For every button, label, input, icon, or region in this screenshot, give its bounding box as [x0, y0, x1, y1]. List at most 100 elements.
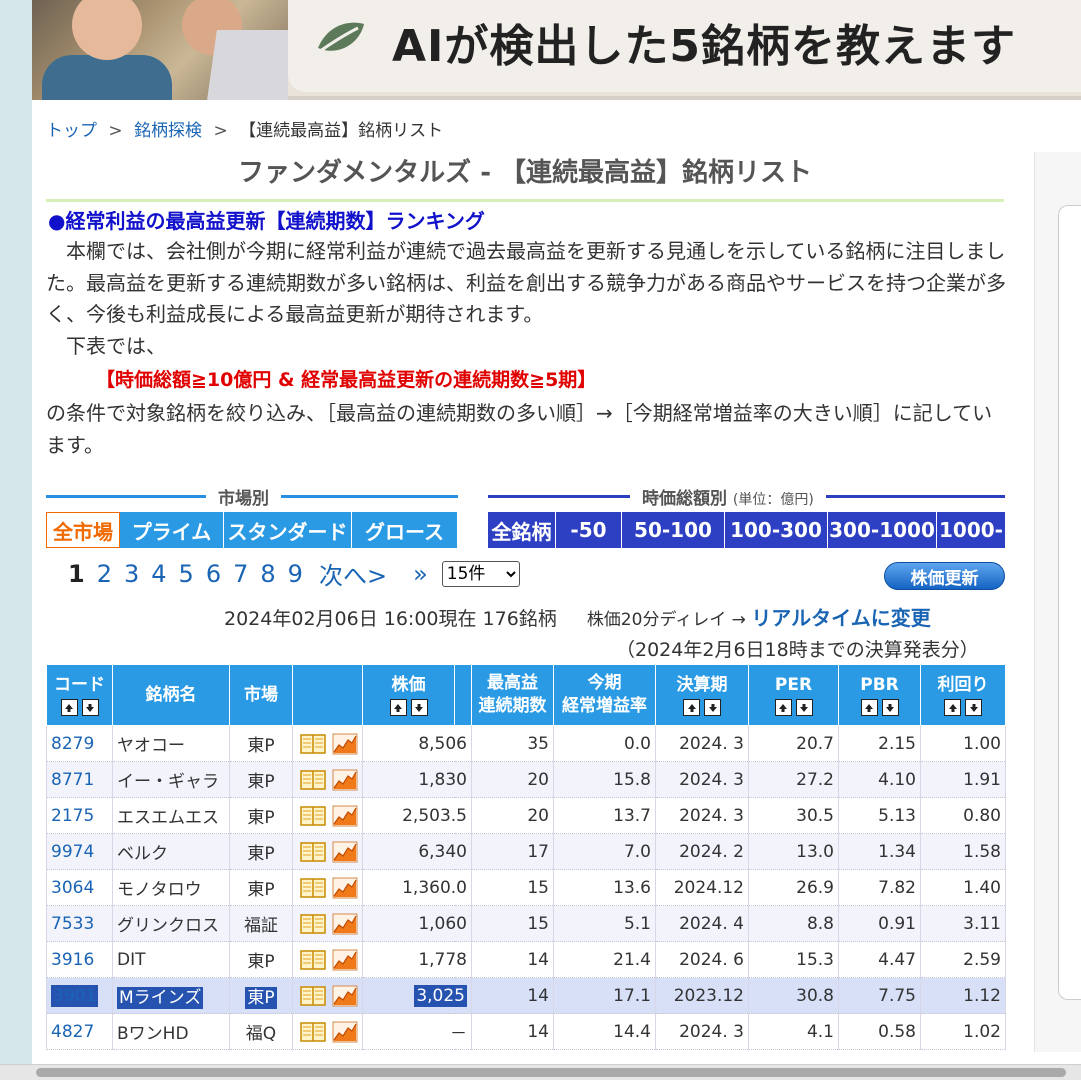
price-value: 1,830 [418, 769, 467, 790]
sort-desc-icon[interactable] [881, 699, 899, 716]
report-book-icon[interactable] [300, 949, 326, 971]
stock-chart-icon[interactable] [332, 877, 358, 899]
horizontal-scrollbar[interactable] [0, 1064, 1081, 1080]
tab-standard[interactable]: スタンダード [224, 512, 352, 548]
page-link[interactable]: 6 [206, 560, 221, 588]
report-book-icon[interactable] [300, 769, 326, 791]
col-header-code: コード [46, 664, 113, 726]
market-value: 東P [245, 987, 277, 1009]
table-row[interactable]: 3064 モノタロウ 東P 1,360.0 15 13.6 2024.12 26.9 7.82 1… [46, 869, 1006, 906]
tab-cap-50-100[interactable]: 50-100 [622, 512, 725, 548]
report-book-icon[interactable] [300, 913, 326, 935]
refresh-price-button[interactable]: 株価更新 [884, 562, 1005, 590]
sort-asc-icon[interactable] [774, 699, 792, 716]
market-value: 東P [247, 844, 275, 864]
streak-cell: 35 [471, 725, 554, 762]
breadcrumb-search-link[interactable]: 銘柄探検 [134, 121, 202, 141]
yield-cell: 1.91 [920, 761, 1006, 798]
report-book-icon[interactable] [300, 985, 326, 1007]
code-cell[interactable]: 9974 [46, 833, 113, 870]
code-cell[interactable]: 2175 [46, 797, 113, 834]
code-cell[interactable]: 7533 [46, 905, 113, 942]
breadcrumb-top-link[interactable]: トップ [46, 121, 97, 141]
stock-code-link[interactable]: 7533 [51, 914, 94, 934]
tab-all-markets[interactable]: 全市場 [46, 512, 120, 548]
stock-chart-icon[interactable] [332, 769, 358, 791]
as-of-datetime: 2024年02月06日 16:00現在 176銘柄 [224, 608, 557, 630]
sort-asc-icon[interactable] [860, 699, 878, 716]
report-book-icon[interactable] [300, 805, 326, 827]
stock-code-link[interactable]: 3916 [51, 950, 94, 970]
scrollbar-thumb[interactable] [36, 1068, 1066, 1077]
stock-chart-icon[interactable] [332, 1021, 358, 1043]
realtime-link[interactable]: リアルタイムに変更 [751, 606, 930, 630]
streak-cell: 20 [471, 797, 554, 834]
sort-asc-icon[interactable] [683, 699, 700, 716]
price-cell: 1,360.0 [362, 869, 472, 906]
stock-chart-icon[interactable] [332, 949, 358, 971]
stock-code-link[interactable]: 9974 [51, 842, 94, 862]
next-page-link[interactable]: 次へ> [319, 556, 387, 591]
stock-chart-icon[interactable] [332, 913, 358, 935]
stock-chart-icon[interactable] [332, 733, 358, 755]
stock-code-link[interactable]: 4827 [51, 1022, 94, 1042]
code-cell[interactable]: 3064 [46, 869, 113, 906]
sort-desc-icon[interactable] [410, 699, 428, 716]
table-row[interactable]: 2175 エスエムエス 東P 2,503.5 20 13.7 2024. 3 30.5 5.13… [46, 797, 1006, 834]
stock-chart-icon[interactable] [332, 805, 358, 827]
sort-desc-icon[interactable] [795, 699, 813, 716]
growth-cell: 5.1 [553, 905, 656, 942]
table-row[interactable]: 4827 BワンHD 福Q － 14 14.4 2024. 3 4.1 0.58 1.02 [46, 1013, 1006, 1050]
table-row[interactable]: 9974 ベルク 東P 6,340 17 7.0 2024. 2 13.0 1.34 1.58 [46, 833, 1006, 870]
stock-chart-icon[interactable] [332, 841, 358, 863]
tab-cap-all[interactable]: 全銘柄 [488, 512, 556, 548]
pbr-cell: 4.10 [838, 761, 921, 798]
per-page-select[interactable]: 15件 [441, 560, 520, 587]
tab-prime[interactable]: プライム [120, 512, 224, 548]
report-book-icon[interactable] [300, 1021, 326, 1043]
sort-asc-icon[interactable] [60, 699, 78, 716]
tab-cap-under-50[interactable]: -50 [556, 512, 622, 548]
code-cell[interactable]: 3901 [46, 977, 113, 1014]
report-book-icon[interactable] [300, 877, 326, 899]
page-link[interactable]: 4 [151, 560, 166, 588]
page-link[interactable]: 3 [124, 560, 139, 588]
code-cell[interactable]: 8771 [46, 761, 113, 798]
tab-cap-over-1000[interactable]: 1000- [937, 512, 1005, 548]
page-link[interactable]: 7 [233, 560, 248, 588]
table-row[interactable]: 8771 イー・ギャラ 東P 1,830 20 15.8 2024. 3 27.2 4.10 1.… [46, 761, 1006, 798]
tab-cap-100-300[interactable]: 100-300 [725, 512, 828, 548]
code-cell[interactable]: 8279 [46, 725, 113, 762]
ad-banner[interactable]: AIが検出した5銘柄を教えます [32, 0, 1081, 100]
table-row[interactable]: 3916 DIT 東P 1,778 14 21.4 2024. 6 15.3 4.47 2.59 [46, 941, 1006, 978]
sort-asc-icon[interactable] [389, 699, 407, 716]
table-row[interactable]: 3901 Mラインズ 東P 3,025 14 17.1 2023.12 30.8 7.75 1.1… [46, 977, 1006, 1014]
stock-chart-icon[interactable] [332, 985, 358, 1007]
stock-code-link[interactable]: 8279 [51, 734, 94, 754]
sort-asc-icon[interactable] [944, 699, 961, 716]
code-cell[interactable]: 3916 [46, 941, 113, 978]
growth-cell: 13.6 [553, 869, 656, 906]
stock-code-link[interactable]: 8771 [51, 770, 94, 790]
stock-code-link[interactable]: 3901 [51, 984, 99, 1007]
period-cell: 2024.12 [655, 869, 749, 906]
code-cell[interactable]: 4827 [46, 1013, 113, 1050]
sort-desc-icon[interactable] [81, 699, 99, 716]
stock-code-link[interactable]: 2175 [51, 806, 94, 826]
report-book-icon[interactable] [300, 841, 326, 863]
page-link[interactable]: 8 [260, 560, 275, 588]
streak-cell: 20 [471, 761, 554, 798]
stock-code-link[interactable]: 3064 [51, 878, 94, 898]
tab-growth[interactable]: グロース [352, 512, 458, 548]
page-link[interactable]: 5 [179, 560, 194, 588]
page-link[interactable]: 2 [97, 560, 112, 588]
sort-desc-icon[interactable] [965, 699, 982, 716]
page-link[interactable]: 9 [288, 560, 303, 588]
yield-cell: 3.11 [920, 905, 1006, 942]
table-row[interactable]: 8279 ヤオコー 東P 8,506 35 0.0 2024. 3 20.7 2.15 1.00 [46, 725, 1006, 762]
last-page-link[interactable]: » [413, 560, 428, 588]
table-row[interactable]: 7533 グリンクロス 福証 1,060 15 5.1 2024. 4 8.8 0.91 3.11 [46, 905, 1006, 942]
sort-desc-icon[interactable] [704, 699, 721, 716]
tab-cap-300-1000[interactable]: 300-1000 [828, 512, 937, 548]
report-book-icon[interactable] [300, 733, 326, 755]
